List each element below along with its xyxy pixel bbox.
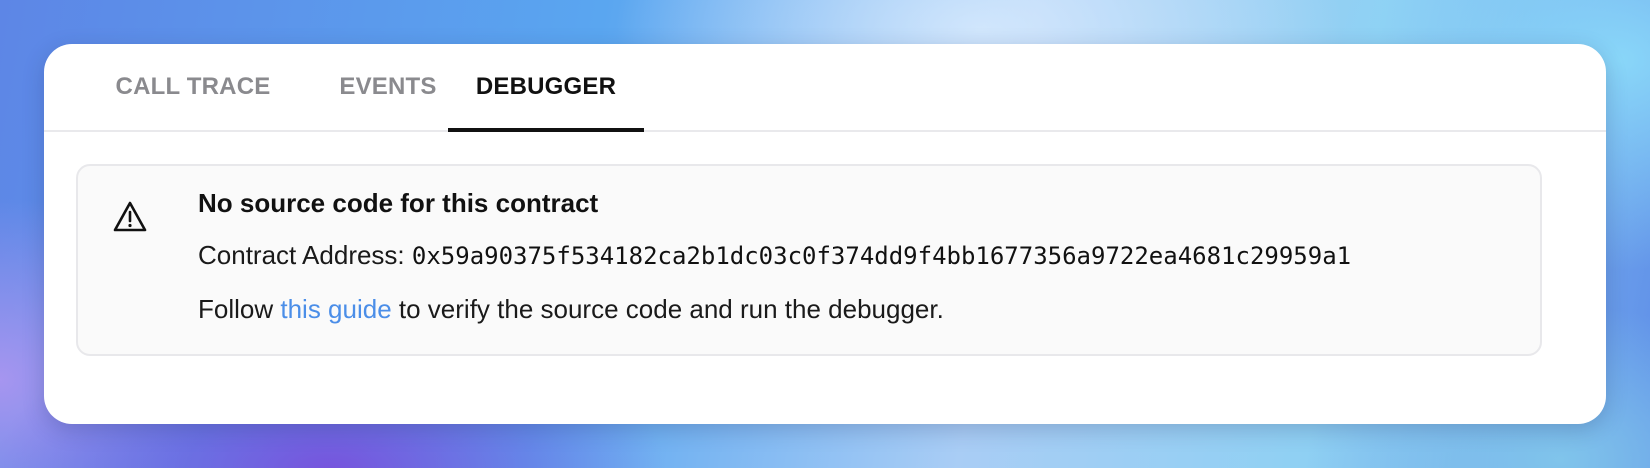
contract-address-label: Contract Address: (198, 240, 412, 270)
warning-triangle-icon (113, 201, 147, 232)
contract-address-line: Contract Address: 0x59a90375f534182ca2b1… (198, 240, 1351, 271)
tab-debugger[interactable]: DEBUGGER (448, 44, 644, 132)
guide-suffix: to verify the source code and run the de… (391, 294, 944, 324)
no-source-code-notice: No source code for this contract Contrac… (76, 164, 1542, 356)
tab-call-trace[interactable]: CALL TRACE (108, 44, 278, 130)
guide-prefix: Follow (198, 294, 281, 324)
tab-bar: CALL TRACE EVENTS DEBUGGER (44, 44, 1606, 132)
contract-address-value: 0x59a90375f534182ca2b1dc03c0f374dd9f4bb1… (411, 242, 1352, 270)
notice-title: No source code for this contract (198, 188, 599, 218)
this-guide-link[interactable]: this guide (280, 294, 391, 324)
transaction-detail-card: CALL TRACE EVENTS DEBUGGER No source cod… (44, 44, 1606, 424)
tab-events[interactable]: EVENTS (320, 44, 456, 130)
verify-guide-text: Follow this guide to verify the source c… (198, 294, 944, 325)
